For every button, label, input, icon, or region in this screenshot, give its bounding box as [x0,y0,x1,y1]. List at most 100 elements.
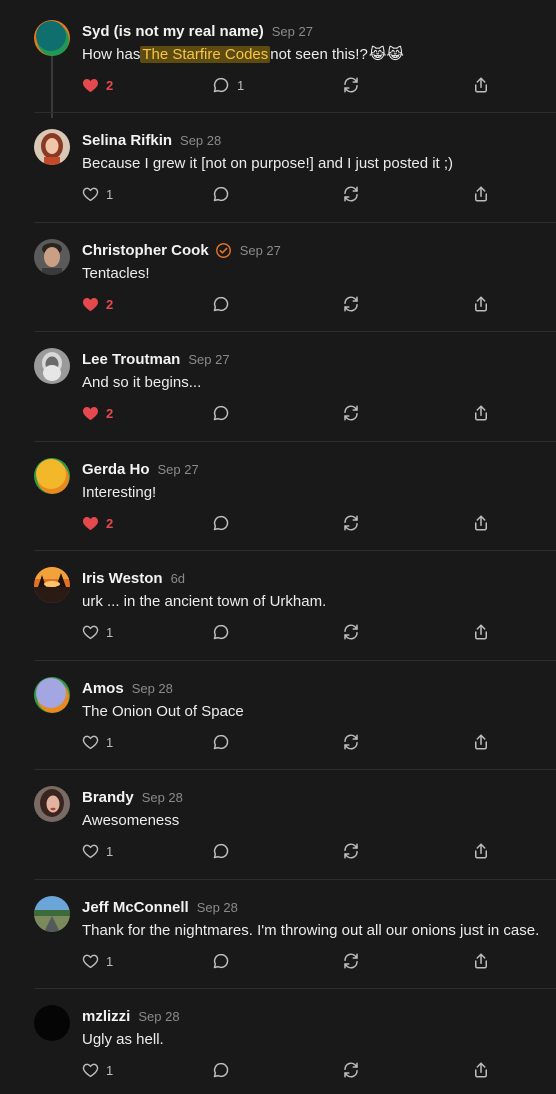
avatar[interactable] [34,129,70,165]
highlighted-mention[interactable]: The Starfire Codes [140,45,271,63]
speech-bubble-icon [212,185,230,203]
like-button[interactable]: 2 [82,294,113,314]
author-name[interactable]: Jeff McConnell [82,899,189,916]
comment-text: And so it begins... [82,373,202,391]
share-button[interactable] [472,184,490,204]
author-name[interactable]: Gerda Ho [82,461,150,478]
reply-button[interactable] [212,403,230,423]
avatar[interactable] [34,348,70,384]
restack-button[interactable] [342,294,360,314]
speech-bubble-icon [212,952,230,970]
author-name[interactable]: Christopher Cook [82,242,209,259]
restack-button[interactable] [342,732,360,752]
heart-outline-icon [82,624,99,640]
author-name[interactable]: mzlizzi [82,1008,130,1025]
author-name[interactable]: Amos [82,680,124,697]
comment-actions: 2 [82,513,492,533]
comment-date[interactable]: Sep 28 [132,681,173,696]
avatar[interactable] [34,1005,70,1041]
comment-text: urk ... in the ancient town of Urkham. [82,592,327,610]
share-icon [472,404,490,422]
restack-button[interactable] [342,951,360,971]
restack-button[interactable] [342,622,360,642]
comment-text: Thank for the nightmares. I'm throwing o… [82,921,540,939]
author-name[interactable]: Selina Rifkin [82,132,172,149]
share-button[interactable] [472,622,490,642]
avatar[interactable] [34,20,70,56]
reply-button[interactable] [212,184,230,204]
reply-button[interactable] [212,513,230,533]
like-button[interactable]: 1 [82,951,113,971]
author-name[interactable]: Iris Weston [82,570,163,587]
heart-icon [82,296,99,312]
avatar[interactable] [34,677,70,713]
like-button[interactable]: 1 [82,1060,113,1080]
share-button[interactable] [472,841,490,861]
restack-icon [342,514,360,532]
like-count: 1 [106,186,114,202]
share-button[interactable] [472,403,490,423]
like-count: 2 [106,515,114,531]
restack-button[interactable] [342,403,360,423]
restack-button[interactable] [342,1060,360,1080]
reply-button[interactable] [212,1060,230,1080]
share-icon [472,733,490,751]
comment-actions: 1 [82,732,492,752]
comment-actions: 1 [82,622,492,642]
restack-icon [342,1061,360,1079]
comment-text: Interesting! [82,483,157,501]
avatar[interactable] [34,896,70,932]
comment-feed: Syd (is not my real name) Sep 27 How has… [0,0,556,1094]
share-button[interactable] [472,732,490,752]
comment-date[interactable]: Sep 28 [180,133,221,148]
speech-bubble-icon [212,76,230,94]
avatar[interactable] [34,239,70,275]
comment-date[interactable]: Sep 28 [138,1009,179,1024]
restack-button[interactable] [342,513,360,533]
restack-icon [342,623,360,641]
speech-bubble-icon [212,842,230,860]
like-button[interactable]: 1 [82,184,113,204]
share-icon [472,842,490,860]
heart-outline-icon [82,953,99,969]
comment-date[interactable]: 6d [171,571,185,586]
reply-button[interactable]: 1 [212,75,244,95]
comment-date[interactable]: Sep 27 [240,243,281,258]
author-name[interactable]: Brandy [82,789,134,806]
comment-date[interactable]: Sep 28 [197,900,238,915]
reply-button[interactable] [212,622,230,642]
comment-date[interactable]: Sep 27 [272,24,313,39]
like-button[interactable]: 2 [82,75,113,95]
like-button[interactable]: 1 [82,732,113,752]
restack-icon [342,76,360,94]
like-button[interactable]: 2 [82,513,113,533]
like-button[interactable]: 1 [82,622,113,642]
avatar[interactable] [34,458,70,494]
comment-date[interactable]: Sep 28 [142,790,183,805]
comment-date[interactable]: Sep 27 [188,352,229,367]
share-button[interactable] [472,951,490,971]
reply-button[interactable] [212,294,230,314]
reply-button[interactable] [212,841,230,861]
speech-bubble-icon [212,623,230,641]
author-name[interactable]: Syd (is not my real name) [82,23,264,40]
comment-date[interactable]: Sep 27 [158,462,199,477]
restack-button[interactable] [342,841,360,861]
speech-bubble-icon [212,295,230,313]
avatar[interactable] [34,786,70,822]
restack-icon [342,842,360,860]
heart-outline-icon [82,186,99,202]
share-button[interactable] [472,294,490,314]
like-button[interactable]: 1 [82,841,113,861]
share-button[interactable] [472,1060,490,1080]
comment-text: The Onion Out of Space [82,702,244,720]
avatar[interactable] [34,567,70,603]
reply-button[interactable] [212,732,230,752]
restack-button[interactable] [342,75,360,95]
reply-button[interactable] [212,951,230,971]
share-button[interactable] [472,513,490,533]
share-button[interactable] [472,75,490,95]
restack-button[interactable] [342,184,360,204]
like-button[interactable]: 2 [82,403,113,423]
author-name[interactable]: Lee Troutman [82,351,180,368]
